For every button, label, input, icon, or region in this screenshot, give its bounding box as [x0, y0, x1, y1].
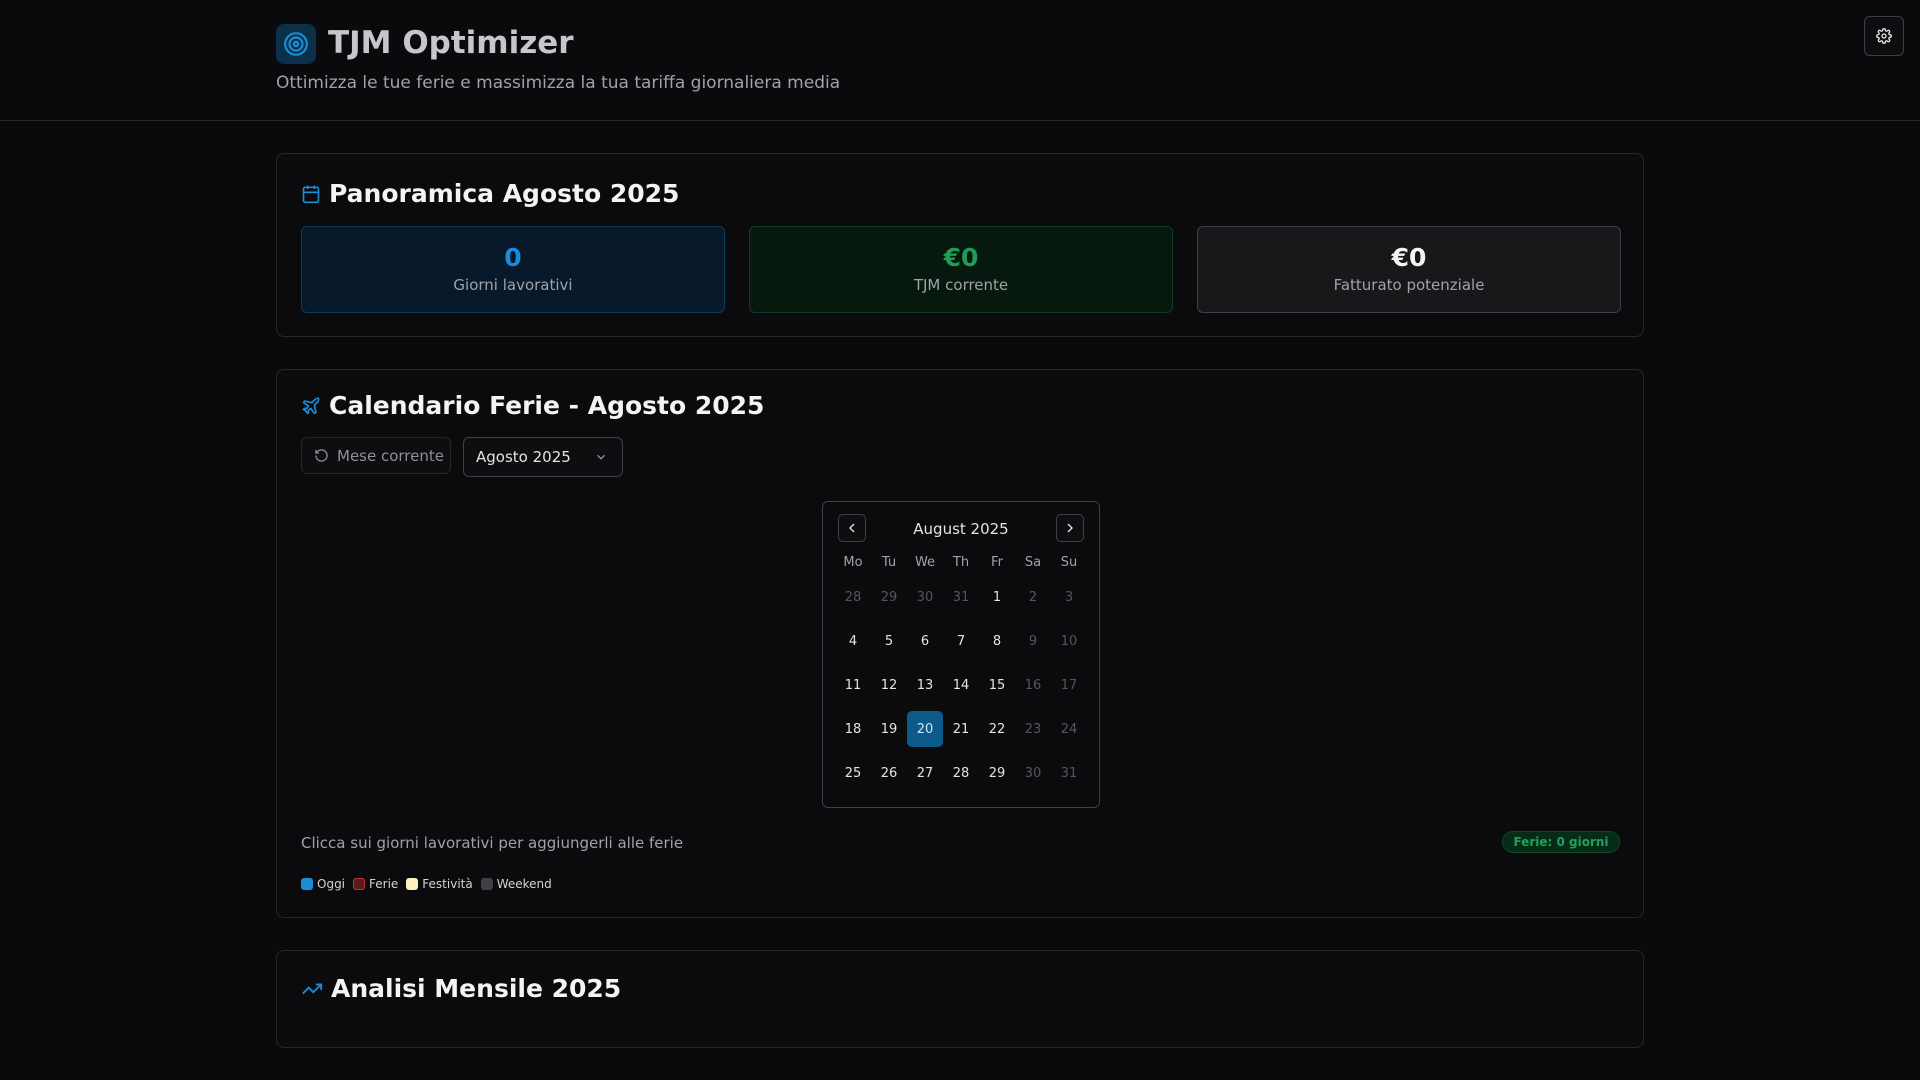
calendar-week-row: 25 26 27 28 29 30 31	[835, 755, 1087, 799]
month-select-value: Agosto 2025	[476, 448, 571, 466]
calendar-day[interactable]: 19	[871, 711, 907, 747]
calendar-day[interactable]: 22	[979, 711, 1015, 747]
monthly-analysis-card: Analisi Mensile 2025	[276, 950, 1644, 1048]
stat-label: TJM corrente	[913, 276, 1009, 294]
calendar-day[interactable]: 15	[979, 667, 1015, 703]
calendar-day: 3	[1064, 589, 1074, 605]
vacation-count-badge: Ferie: 0 giorni	[1502, 831, 1620, 853]
calendar-day: 24	[1060, 721, 1078, 737]
rotate-ccw-icon	[315, 449, 328, 462]
legend-swatch	[301, 878, 313, 890]
app-subtitle: Ottimizza le tue ferie e massimizza la t…	[276, 73, 841, 93]
weekday-label: Fr	[991, 554, 1003, 570]
trending-up-icon	[302, 983, 323, 995]
stat-current-tjm: €0 TJM corrente	[749, 226, 1173, 313]
weekday-label: Tu	[881, 554, 897, 570]
legend-swatch	[406, 878, 419, 890]
analysis-title: Analisi Mensile 2025	[331, 974, 622, 1003]
calendar-day[interactable]: 14	[943, 667, 979, 703]
calendar-week-row: 18 19 20 21 22 23 24	[835, 711, 1087, 755]
calendar-day: 31	[1060, 765, 1078, 781]
calendar-day[interactable]: 21	[943, 711, 979, 747]
stat-value: €0	[1391, 243, 1427, 272]
calendar-day[interactable]: 25	[835, 755, 871, 791]
next-month-button[interactable]	[1056, 514, 1084, 542]
legend-label: Festività	[422, 877, 473, 891]
calendar-hint: Clicca sui giorni lavorativi per aggiung…	[301, 834, 684, 852]
calendar-day[interactable]: 26	[871, 755, 907, 791]
stat-label: Fatturato potenziale	[1333, 276, 1485, 294]
calendar-day[interactable]: 28	[943, 755, 979, 791]
weekday-header-row: Mo Tu We Th Fr Sa Su	[835, 551, 1087, 579]
calendar-week-row: 11 12 13 14 15 16 17	[835, 667, 1087, 711]
calendar-day[interactable]: 4	[835, 623, 871, 659]
chevron-right-icon	[1067, 523, 1073, 533]
calendar-week-row: 28 29 30 31 1 2 3	[835, 579, 1087, 623]
legend-swatch	[480, 878, 493, 890]
current-month-label: Mese corrente	[337, 446, 444, 465]
stat-value: 0	[504, 243, 522, 272]
calendar-day[interactable]: 18	[835, 711, 871, 747]
stat-label: Giorni lavorativi	[453, 276, 573, 294]
settings-button[interactable]	[1864, 16, 1904, 56]
calendar-day: 29	[880, 589, 898, 605]
weekday-label: Mo	[843, 554, 863, 570]
legend-item: Oggi	[301, 877, 345, 891]
overview-card: Panoramica Agosto 2025 0 Giorni lavorati…	[276, 153, 1644, 337]
calendar-day: 17	[1060, 677, 1078, 693]
legend-label: Ferie	[369, 877, 399, 891]
current-month-button[interactable]: Mese corrente	[301, 437, 451, 474]
calendar-legend: Oggi Ferie Festività Weekend	[301, 877, 552, 891]
calendar-title: Calendario Ferie - Agosto 2025	[329, 391, 765, 420]
calendar-day[interactable]: 13	[907, 667, 943, 703]
legend-swatch	[353, 878, 366, 890]
calendar-grid: Mo Tu We Th Fr Sa Su 28 29 30 31 1 2 3 4 5 6 7 8 9 10 11 12 13 1…	[835, 551, 1087, 799]
calendar-day: 23	[1024, 721, 1042, 737]
app-header: TJM Optimizer Ottimizza le tue ferie e m…	[0, 0, 1920, 121]
calendar-week-row: 4 5 6 7 8 9 10	[835, 623, 1087, 667]
calendar-day[interactable]: 1	[979, 579, 1015, 615]
calendar-day: 16	[1024, 677, 1042, 693]
chevron-down-icon	[597, 454, 605, 460]
weekday-label: Su	[1060, 554, 1078, 570]
calendar-day[interactable]: 5	[871, 623, 907, 659]
calendar-day[interactable]: 11	[835, 667, 871, 703]
calendar-day: 30	[916, 589, 934, 605]
calendar-day[interactable]: 6	[907, 623, 943, 659]
weekday-label: Sa	[1024, 554, 1042, 570]
plane-icon	[302, 397, 320, 415]
legend-label: Weekend	[496, 877, 552, 891]
calendar-day: 30	[1024, 765, 1042, 781]
app-title: TJM Optimizer	[328, 25, 574, 61]
month-select[interactable]: Agosto 2025	[463, 437, 623, 477]
calendar-day[interactable]: 29	[979, 755, 1015, 791]
stat-potential-revenue: €0 Fatturato potenziale	[1197, 226, 1621, 313]
calendar-day: 9	[1028, 633, 1038, 649]
weekday-label: We	[914, 554, 936, 570]
legend-label: Oggi	[317, 877, 346, 891]
gear-icon	[1876, 28, 1892, 44]
calendar-day[interactable]: 12	[871, 667, 907, 703]
calendar-day: 2	[1028, 589, 1038, 605]
calendar-day[interactable]: 8	[979, 623, 1015, 659]
stat-value: €0	[943, 243, 979, 272]
weekday-label: Th	[952, 554, 970, 570]
legend-item: Weekend	[480, 877, 552, 891]
calendar-day[interactable]: 7	[943, 623, 979, 659]
calendar-day[interactable]: 20	[907, 711, 943, 747]
calendar-day: 28	[844, 589, 862, 605]
stat-working-days: 0 Giorni lavorativi	[301, 226, 725, 313]
calendar-day: 10	[1060, 633, 1078, 649]
calendar-day[interactable]: 27	[907, 755, 943, 791]
target-icon	[276, 24, 316, 64]
calendar-widget: August 2025 Mo Tu We Th Fr Sa Su 28 29 30 31 1 2 3 4 5 6…	[822, 501, 1100, 808]
legend-item: Ferie	[353, 877, 398, 891]
legend-item: Festività	[406, 877, 473, 891]
vacation-calendar-card: Calendario Ferie - Agosto 2025 Mese corr…	[276, 369, 1644, 918]
calendar-icon	[302, 185, 320, 204]
calendar-day: 31	[952, 589, 970, 605]
overview-title: Panoramica Agosto 2025	[329, 179, 680, 208]
